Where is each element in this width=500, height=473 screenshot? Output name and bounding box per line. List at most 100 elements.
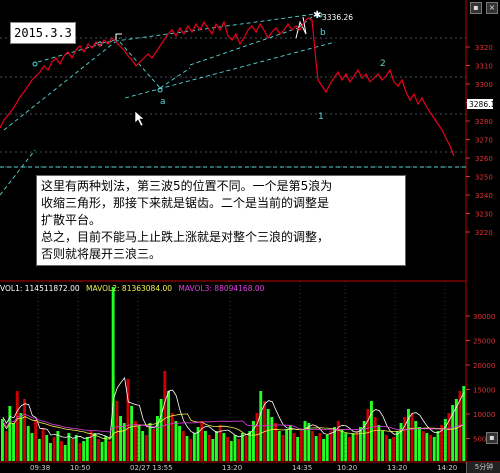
volume-bar (192, 433, 196, 461)
volume-bar (436, 431, 440, 461)
volume-bar (34, 421, 38, 461)
volume-header: VOL1: 114511872.00 MAVOL2: 81363084.00 M… (0, 284, 268, 296)
volume-bar (45, 435, 49, 461)
annotation-line-5: 否则就将展开三浪三。 (41, 247, 162, 261)
volume-bar (366, 409, 370, 461)
volume-tick-label: 10000 (473, 411, 495, 419)
volume-bar (97, 439, 100, 461)
time-tick-label: 10:50 (70, 464, 90, 472)
volume-bar (462, 386, 466, 461)
volume-bar (281, 435, 285, 461)
volume-bar (410, 413, 414, 461)
volume-bar (207, 435, 211, 461)
volume-bar (425, 433, 429, 461)
volume-bar (63, 445, 67, 461)
volume-bar (26, 426, 30, 461)
volume-bar (152, 429, 156, 461)
wave-label-b: b (320, 28, 326, 38)
volume-panel-button[interactable]: ▪ (486, 432, 498, 444)
time-tick-label: 02/27 13:55 (130, 464, 173, 472)
volume-bar (318, 433, 322, 461)
volume-bar (299, 431, 303, 461)
volume-bar (89, 431, 93, 461)
volume-bar (4, 431, 8, 461)
volume-bar (392, 437, 396, 461)
volume-bar (148, 423, 152, 461)
volume-bar (137, 426, 141, 461)
volume-bar (274, 423, 277, 461)
volume-bar (351, 433, 355, 461)
peak-marker: ✱ (313, 10, 321, 21)
volume-tick-label: 25000 (473, 338, 495, 346)
volume-bar (141, 431, 145, 461)
volume-bar (285, 429, 289, 461)
panel-close-button[interactable]: × (486, 2, 498, 14)
tab-5-minute[interactable]: 5分钟 (466, 462, 500, 473)
volume-bar (108, 441, 111, 461)
volume-bar (8, 406, 12, 461)
volume-bar (15, 391, 19, 461)
volume-bar (252, 421, 255, 461)
volume-bar (189, 439, 193, 461)
volume-bar (240, 433, 244, 461)
volume-bar (359, 427, 362, 461)
volume-bar (421, 431, 425, 461)
annotation-line-1: 这里有两种划法，第三波5的位置不同。一个是第5浪为 (41, 179, 333, 193)
volume-bar (399, 423, 403, 461)
volume-bar (167, 391, 170, 461)
wave-label-a: a (160, 97, 166, 107)
mavol2-readout: MAVOL2: 81363084.00 (86, 284, 173, 293)
time-tick-label: 14:20 (437, 464, 457, 472)
volume-bar (322, 439, 325, 461)
volume-bar (311, 431, 314, 461)
volume-bar (329, 431, 333, 461)
volume-bar (429, 435, 432, 461)
volume-bar (19, 413, 23, 461)
volume-bar (215, 431, 218, 461)
volume-bar (1, 419, 4, 461)
price-tick-label: 3280 (475, 118, 493, 126)
mavol3-readout: MAVOL3: 88094168.00 (178, 284, 265, 293)
volume-bar (355, 431, 359, 461)
current-price-label: 3286.1 (469, 100, 495, 109)
annotation-box: 这里有两种划法，第三波5的位置不同。一个是第5浪为 收缩三角形，那接下来就是锯齿… (36, 175, 406, 266)
volume-bar (200, 421, 204, 461)
volume-tick-label: 20000 (473, 362, 495, 370)
volume-bar (288, 425, 292, 461)
volume-bar (71, 439, 74, 461)
price-tick-label: 3310 (475, 63, 493, 71)
volume-bar (237, 439, 241, 461)
volume-bar (292, 433, 296, 461)
price-tick-label: 3220 (475, 229, 493, 237)
volume-bar (270, 417, 274, 461)
time-tick-label: 13:20 (222, 464, 242, 472)
volume-bar (384, 435, 388, 461)
volume-bar (82, 441, 86, 461)
volume-bar (12, 423, 15, 461)
panel-menu-button[interactable]: ▪ (470, 2, 482, 14)
volume-bar (211, 439, 215, 461)
volume-bar (163, 371, 167, 461)
volume-bar (344, 433, 348, 461)
price-tick-label: 3300 (475, 81, 493, 89)
volume-bar (314, 436, 318, 461)
time-tick-label: 10:20 (337, 464, 357, 472)
price-tick-label: 3320 (475, 44, 493, 52)
volume-bar (170, 413, 174, 461)
volume-bar (130, 406, 134, 461)
volume-bar (111, 287, 115, 461)
annotation-line-2: 收缩三角形，那接下来就是锯齿。二个是当前的调整是 (41, 196, 330, 210)
volume-bar (222, 433, 226, 461)
volume-bar (49, 443, 52, 461)
price-tick-label: 3250 (475, 174, 493, 182)
volume-bar (381, 431, 384, 461)
volume-bar (74, 435, 78, 461)
price-tick-label: 3230 (475, 211, 493, 219)
date-label: 2015.3.3 (10, 22, 76, 44)
volume-bar (395, 431, 399, 461)
volume-bar (181, 431, 185, 461)
volume-bar (67, 433, 71, 461)
volume-bar (373, 417, 377, 461)
volume-bar (23, 399, 26, 461)
annotation-line-3: 扩散平台。 (41, 213, 102, 227)
